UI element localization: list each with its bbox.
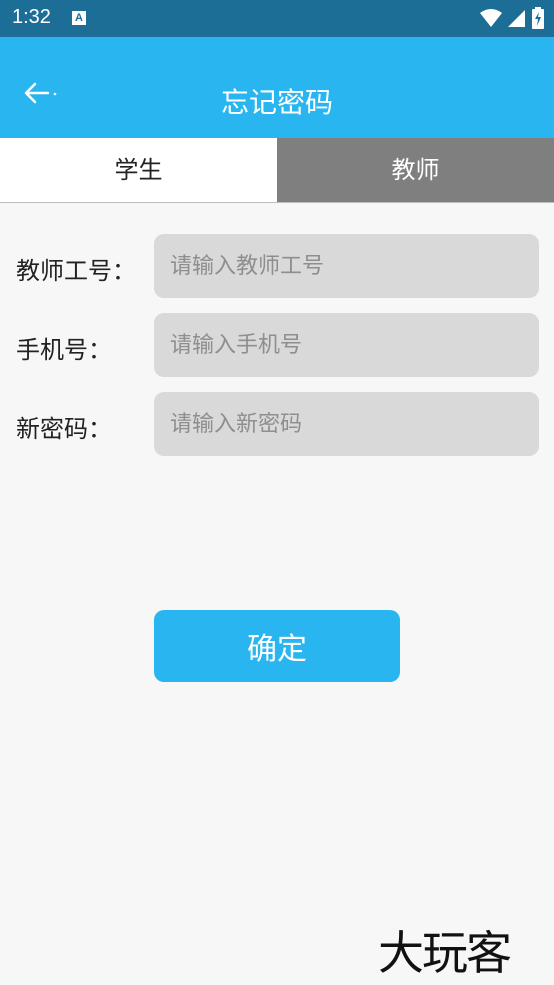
new-password-label: 新密码： — [16, 415, 112, 443]
tab-student[interactable]: 学生 — [0, 138, 277, 202]
role-tabs: 学生 教师 — [0, 138, 554, 203]
phone-label: 手机号： — [16, 336, 112, 364]
new-password-input[interactable] — [154, 392, 539, 456]
status-bar: 1:32 A — [0, 0, 554, 37]
teacher-id-row: 教师工号： — [0, 234, 554, 298]
wifi-icon — [480, 9, 502, 27]
teacher-id-label: 教师工号： — [16, 257, 136, 285]
phone-input[interactable] — [154, 313, 539, 377]
watermark-logo: 大玩客 — [378, 926, 512, 980]
battery-icon — [532, 7, 544, 29]
teacher-id-input[interactable] — [154, 234, 539, 298]
tab-teacher[interactable]: 教师 — [277, 138, 554, 202]
new-password-row: 新密码： — [0, 392, 554, 456]
status-time: 1:32 — [12, 6, 51, 28]
system-icons — [480, 7, 544, 29]
confirm-button[interactable]: 确定 — [154, 610, 400, 682]
app-bar: 忘记密码 — [0, 37, 554, 138]
page-title: 忘记密码 — [220, 86, 333, 119]
signal-icon — [508, 10, 525, 27]
notification-icon: A — [72, 11, 86, 25]
phone-row: 手机号： — [0, 313, 554, 377]
